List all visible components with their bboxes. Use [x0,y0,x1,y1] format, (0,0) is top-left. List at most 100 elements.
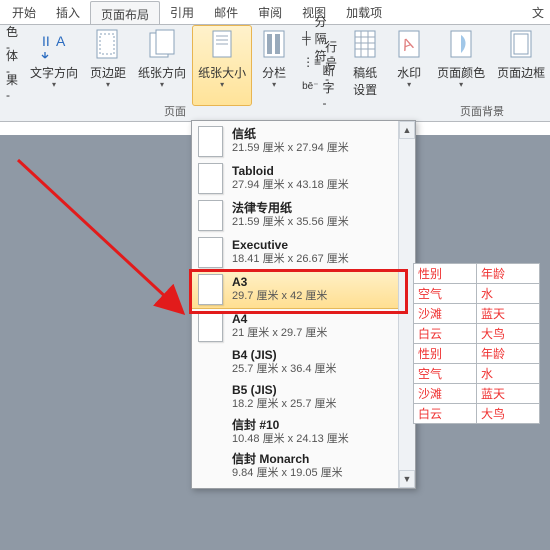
option-name: A3 [232,275,327,290]
themes-partial: 色 - 体 - 果 - [0,25,24,121]
paper-size-option-3[interactable]: Executive18.41 厘米 x 26.67 厘米 [192,234,415,271]
tab-home[interactable]: 开始 [2,0,46,24]
option-size: 18.41 厘米 x 26.67 厘米 [232,253,349,267]
option-size: 9.84 厘米 x 19.05 厘米 [232,467,343,481]
table-row: 性别年龄 [414,344,540,364]
tab-insert[interactable]: 插入 [46,0,90,24]
table-cell[interactable]: 蓝天 [477,384,540,404]
table-row: 空气水 [414,364,540,384]
hyphenation-icon: bē⁻ [302,81,318,92]
paper-settings-button[interactable]: 稿纸 设置 [343,25,387,105]
option-name: 法律专用纸 [232,201,349,216]
paper-size-option-7[interactable]: B5 (JIS)18.2 厘米 x 25.7 厘米 [192,380,415,415]
table-cell[interactable]: 沙滩 [414,304,477,324]
ribbon-tabs: 开始 插入 页面布局 引用 邮件 审阅 视图 加载项 文 [0,0,550,25]
table-row: 白云大鸟 [414,324,540,344]
table-cell[interactable]: 空气 [414,364,477,384]
tab-review[interactable]: 审阅 [248,0,292,24]
columns-label: 分栏 [262,64,286,81]
paper-size-option-2[interactable]: 法律专用纸21.59 厘米 x 35.56 厘米 [192,197,415,234]
option-name: B4 (JIS) [232,348,337,363]
table-cell[interactable]: 性别 [414,344,477,364]
watermark-label: 水印 [397,64,421,81]
theme-effects[interactable]: 果 - [6,76,18,96]
page-icon [198,163,223,194]
page-borders-icon [505,29,537,61]
table-cell[interactable]: 蓝天 [477,304,540,324]
table-cell[interactable]: 水 [477,364,540,384]
paper-settings-icon [349,29,381,61]
text-direction-button[interactable]: IIA 文字方向▾ [24,25,84,105]
margins-button[interactable]: 页边距▾ [84,25,132,105]
text-direction-icon: II A [38,29,70,61]
table-row: 性别年龄 [414,264,540,284]
tab-addins[interactable]: 加载项 [336,0,392,24]
size-icon [206,29,238,61]
group-bg-label: 页面背景 [460,103,504,119]
table-row: 沙滩蓝天 [414,384,540,404]
table-cell[interactable]: 大鸟 [477,324,540,344]
table-cell[interactable]: 性别 [414,264,477,284]
option-name: 信封 Monarch [232,452,343,467]
theme-colors[interactable]: 色 - [6,28,18,48]
page-color-button[interactable]: 页面颜色▾ [431,25,491,105]
margins-label: 页边距 [90,64,126,81]
scrollbar-down-arrow[interactable]: ▼ [399,470,415,488]
line-numbers-icon: ⋮≡ [302,55,321,69]
margins-icon [92,29,124,61]
table-row: 沙滩蓝天 [414,304,540,324]
table-cell[interactable]: 空气 [414,284,477,304]
tab-mailings[interactable]: 邮件 [204,0,248,24]
columns-button[interactable]: 分栏▾ [252,25,296,105]
paper-size-option-4[interactable]: A329.7 厘米 x 42 厘米 [192,271,415,308]
scrollbar-up-arrow[interactable]: ▲ [399,121,415,139]
svg-text:II: II [42,33,50,49]
table-row: 空气水 [414,284,540,304]
option-size: 25.7 厘米 x 36.4 厘米 [232,363,337,377]
table-cell[interactable]: 年龄 [477,344,540,364]
paper-size-option-0[interactable]: 信纸21.59 厘米 x 27.94 厘米 [192,123,415,160]
option-size: 21.59 厘米 x 35.56 厘米 [232,216,349,230]
watermark-icon: A [393,29,425,61]
paper-size-dropdown: 信纸21.59 厘米 x 27.94 厘米Tabloid27.94 厘米 x 4… [191,120,416,489]
paper-size-option-8[interactable]: 信封 #1010.48 厘米 x 24.13 厘米 [192,415,415,450]
size-label: 纸张大小 [198,64,246,81]
option-size: 21 厘米 x 29.7 厘米 [232,327,327,341]
hyphenation-label: 断字 - [322,62,337,110]
paper-size-option-6[interactable]: B4 (JIS)25.7 厘米 x 36.4 厘米 [192,345,415,380]
page-borders-button[interactable]: 页面边框 [491,25,550,105]
tab-page-layout[interactable]: 页面布局 [90,1,160,24]
table-cell[interactable]: 白云 [414,324,477,344]
table-row: 白云大鸟 [414,404,540,424]
table-cell[interactable]: 年龄 [477,264,540,284]
watermark-button[interactable]: A 水印▾ [387,25,431,105]
hyphenation-button[interactable]: bē⁻断字 - [302,76,337,96]
paper-size-option-9[interactable]: 信封 Monarch9.84 厘米 x 19.05 厘米 [192,449,415,484]
theme-fonts[interactable]: 体 - [6,52,18,72]
option-name: 信封 #10 [232,418,349,433]
paper-size-option-1[interactable]: Tabloid27.94 厘米 x 43.18 厘米 [192,160,415,197]
title-partial: 文 [532,4,544,21]
option-size: 21.59 厘米 x 27.94 厘米 [232,142,349,156]
page-icon [198,311,223,342]
table-cell[interactable]: 沙滩 [414,384,477,404]
option-name: B5 (JIS) [232,383,337,398]
tab-references[interactable]: 引用 [160,0,204,24]
option-name: 信纸 [232,127,349,142]
page-icon [198,200,223,231]
page-icon [198,126,223,157]
option-name: A4 [232,312,327,327]
orientation-label: 纸张方向 [138,64,186,81]
orientation-button[interactable]: 纸张方向▾ [132,25,192,105]
page-color-icon [445,29,477,61]
size-button[interactable]: 纸张大小▾ [192,25,252,106]
table-cell[interactable]: 白云 [414,404,477,424]
svg-text:A: A [56,33,66,49]
paper-size-option-5[interactable]: A421 厘米 x 29.7 厘米 [192,308,415,345]
table-cell[interactable]: 大鸟 [477,404,540,424]
breaks-icon: ╪ [302,31,311,45]
table-cell[interactable]: 水 [477,284,540,304]
option-size: 18.2 厘米 x 25.7 厘米 [232,398,337,412]
paper-settings-label: 稿纸 设置 [353,64,377,98]
text-direction-label: 文字方向 [30,64,78,81]
